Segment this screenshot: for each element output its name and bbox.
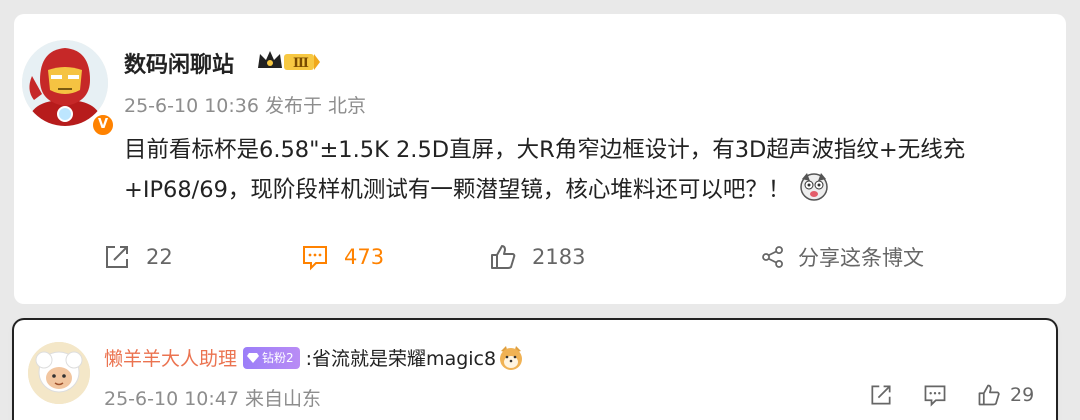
comment-button[interactable]: 473 bbox=[300, 240, 384, 274]
commenter-avatar[interactable] bbox=[28, 342, 90, 404]
reply-icon bbox=[924, 385, 946, 407]
author-name[interactable]: 数码闲聊站 bbox=[124, 47, 234, 79]
repost-button[interactable]: 22 bbox=[102, 240, 173, 274]
diamond-icon bbox=[247, 352, 260, 363]
sheep-avatar-icon bbox=[28, 342, 90, 404]
post-card: V 数码闲聊站 Ⅲ 25-6-10 10:36 发布于 北京 目前看标杯是6.5… bbox=[14, 14, 1066, 304]
fan-badge[interactable]: 钻粉2 bbox=[243, 346, 300, 369]
share-button[interactable]: 分享这条博文 bbox=[760, 240, 924, 274]
comment-meta: 25-6-10 10:47 来自山东 bbox=[104, 384, 321, 411]
comment-time: 25-6-10 10:47 bbox=[104, 388, 239, 410]
shiba-emoji-icon bbox=[498, 345, 524, 371]
comment-count: 473 bbox=[344, 245, 385, 269]
level-badge-label: Ⅲ bbox=[293, 56, 309, 71]
comment-repost-button[interactable] bbox=[868, 382, 894, 408]
comment-source: 来自山东 bbox=[245, 388, 322, 410]
comment-line: 懒羊羊大人助理 钻粉2 :省流就是荣耀magic8 bbox=[104, 344, 524, 371]
dog-emoji-icon bbox=[798, 171, 830, 203]
comment-text: :省流就是荣耀magic8 bbox=[305, 348, 497, 370]
fan-badge-label: 钻粉2 bbox=[262, 351, 294, 365]
vip-crown-badge-icon[interactable]: Ⅲ bbox=[256, 48, 322, 74]
thumbs-up-icon bbox=[978, 384, 1000, 406]
share-label: 分享这条博文 bbox=[798, 246, 924, 270]
like-count: 2183 bbox=[532, 245, 586, 269]
post-meta: 25-6-10 10:36 发布于 北京 bbox=[124, 91, 366, 118]
repost-icon bbox=[871, 385, 891, 405]
comment-reply-button[interactable] bbox=[922, 382, 948, 408]
comment-card: 懒羊羊大人助理 钻粉2 :省流就是荣耀magic8 25-6-10 10:47 … bbox=[14, 320, 1056, 420]
commenter-name[interactable]: 懒羊羊大人助理 bbox=[104, 344, 237, 371]
comment-like-button[interactable]: 29 bbox=[976, 382, 1034, 408]
repost-count: 22 bbox=[146, 245, 173, 269]
share-icon bbox=[762, 246, 783, 268]
post-text-body: 目前看标杯是6.58"±1.5K 2.5D直屏，大R角窄边框设计，有3D超声波指… bbox=[124, 137, 966, 203]
thumbs-up-icon bbox=[491, 245, 516, 269]
comment-like-count: 29 bbox=[1010, 384, 1035, 406]
verified-badge-icon: V bbox=[90, 112, 116, 138]
author-avatar[interactable]: V bbox=[22, 40, 118, 138]
post-time: 25-6-10 10:36 bbox=[124, 95, 259, 117]
comment-icon bbox=[303, 246, 327, 271]
repost-icon bbox=[106, 246, 128, 268]
like-button[interactable]: 2183 bbox=[488, 240, 585, 274]
post-text: 目前看标杯是6.58"±1.5K 2.5D直屏，大R角窄边框设计，有3D超声波指… bbox=[124, 130, 1054, 210]
post-source: 发布于 北京 bbox=[265, 95, 367, 117]
